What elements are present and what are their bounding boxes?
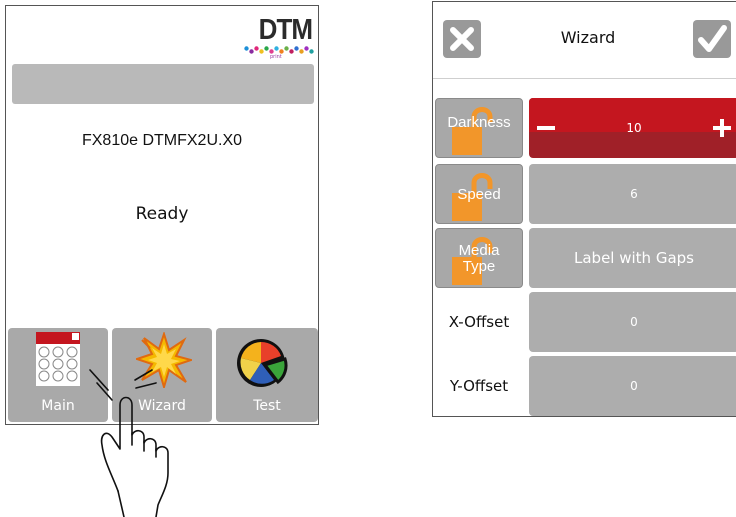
media-type-lock-button[interactable]: Media Type	[435, 228, 523, 288]
wizard-title: Wizard	[560, 28, 616, 47]
logo-dot	[294, 46, 299, 51]
logo-dot	[254, 46, 259, 51]
printer-home-screen: DTM print FX810e DTMFX2U.X0 Ready Main W…	[5, 5, 319, 425]
x-offset-value: 0	[630, 315, 638, 329]
logo-dot	[249, 49, 254, 54]
status-bar	[12, 64, 314, 104]
logo-subtext: print	[270, 54, 282, 60]
test-button[interactable]: Test	[216, 328, 318, 422]
media-type-label-line2: Type	[462, 258, 496, 275]
darkness-label: Darkness	[447, 114, 511, 131]
close-icon	[450, 27, 474, 51]
logo-dot	[284, 46, 289, 51]
check-icon	[698, 25, 727, 52]
logo-dot	[304, 46, 309, 51]
darkness-lock-button[interactable]: Darkness	[435, 98, 523, 158]
pie-chart-icon	[237, 339, 288, 387]
darkness-value-control[interactable]: 10	[529, 98, 736, 158]
y-offset-value: 0	[630, 379, 638, 393]
speed-label: Speed	[457, 186, 501, 203]
logo-dot	[289, 49, 294, 54]
media-type-label-line1: Media	[458, 242, 500, 259]
dtm-print-logo: DTM print	[244, 12, 314, 60]
logo-dot	[309, 49, 314, 54]
logo-dot	[299, 49, 304, 54]
y-offset-value-control[interactable]: 0	[529, 356, 736, 416]
printer-model: FX810e DTMFX2U.X0	[81, 132, 243, 149]
logo-dot	[244, 46, 249, 51]
logo-dot	[264, 46, 269, 51]
test-label: Test	[253, 398, 281, 414]
x-offset-value-control[interactable]: 0	[529, 292, 736, 352]
speed-value-control[interactable]: 6	[529, 164, 736, 224]
logo-dots	[244, 46, 314, 54]
x-offset-label: X-Offset	[448, 313, 510, 331]
logo-dot	[274, 46, 279, 51]
speed-lock-button[interactable]: Speed	[435, 164, 523, 224]
header-divider	[433, 78, 736, 79]
confirm-button[interactable]	[693, 20, 731, 58]
cancel-button[interactable]	[443, 20, 481, 58]
logo-dot	[259, 49, 264, 54]
media-type-value-control[interactable]: Label with Gaps	[529, 228, 736, 288]
y-offset-label: Y-Offset	[449, 377, 509, 395]
logo-text: DTM	[258, 12, 313, 46]
wizard-screen: Wizard Darkness 10 Speed 6 Media Type La…	[432, 1, 736, 417]
speed-value: 6	[630, 187, 638, 201]
darkness-value: 10	[626, 121, 642, 135]
printer-status: Ready	[135, 204, 189, 224]
pointing-hand-icon	[89, 369, 169, 517]
media-type-value: Label with Gaps	[574, 249, 694, 267]
